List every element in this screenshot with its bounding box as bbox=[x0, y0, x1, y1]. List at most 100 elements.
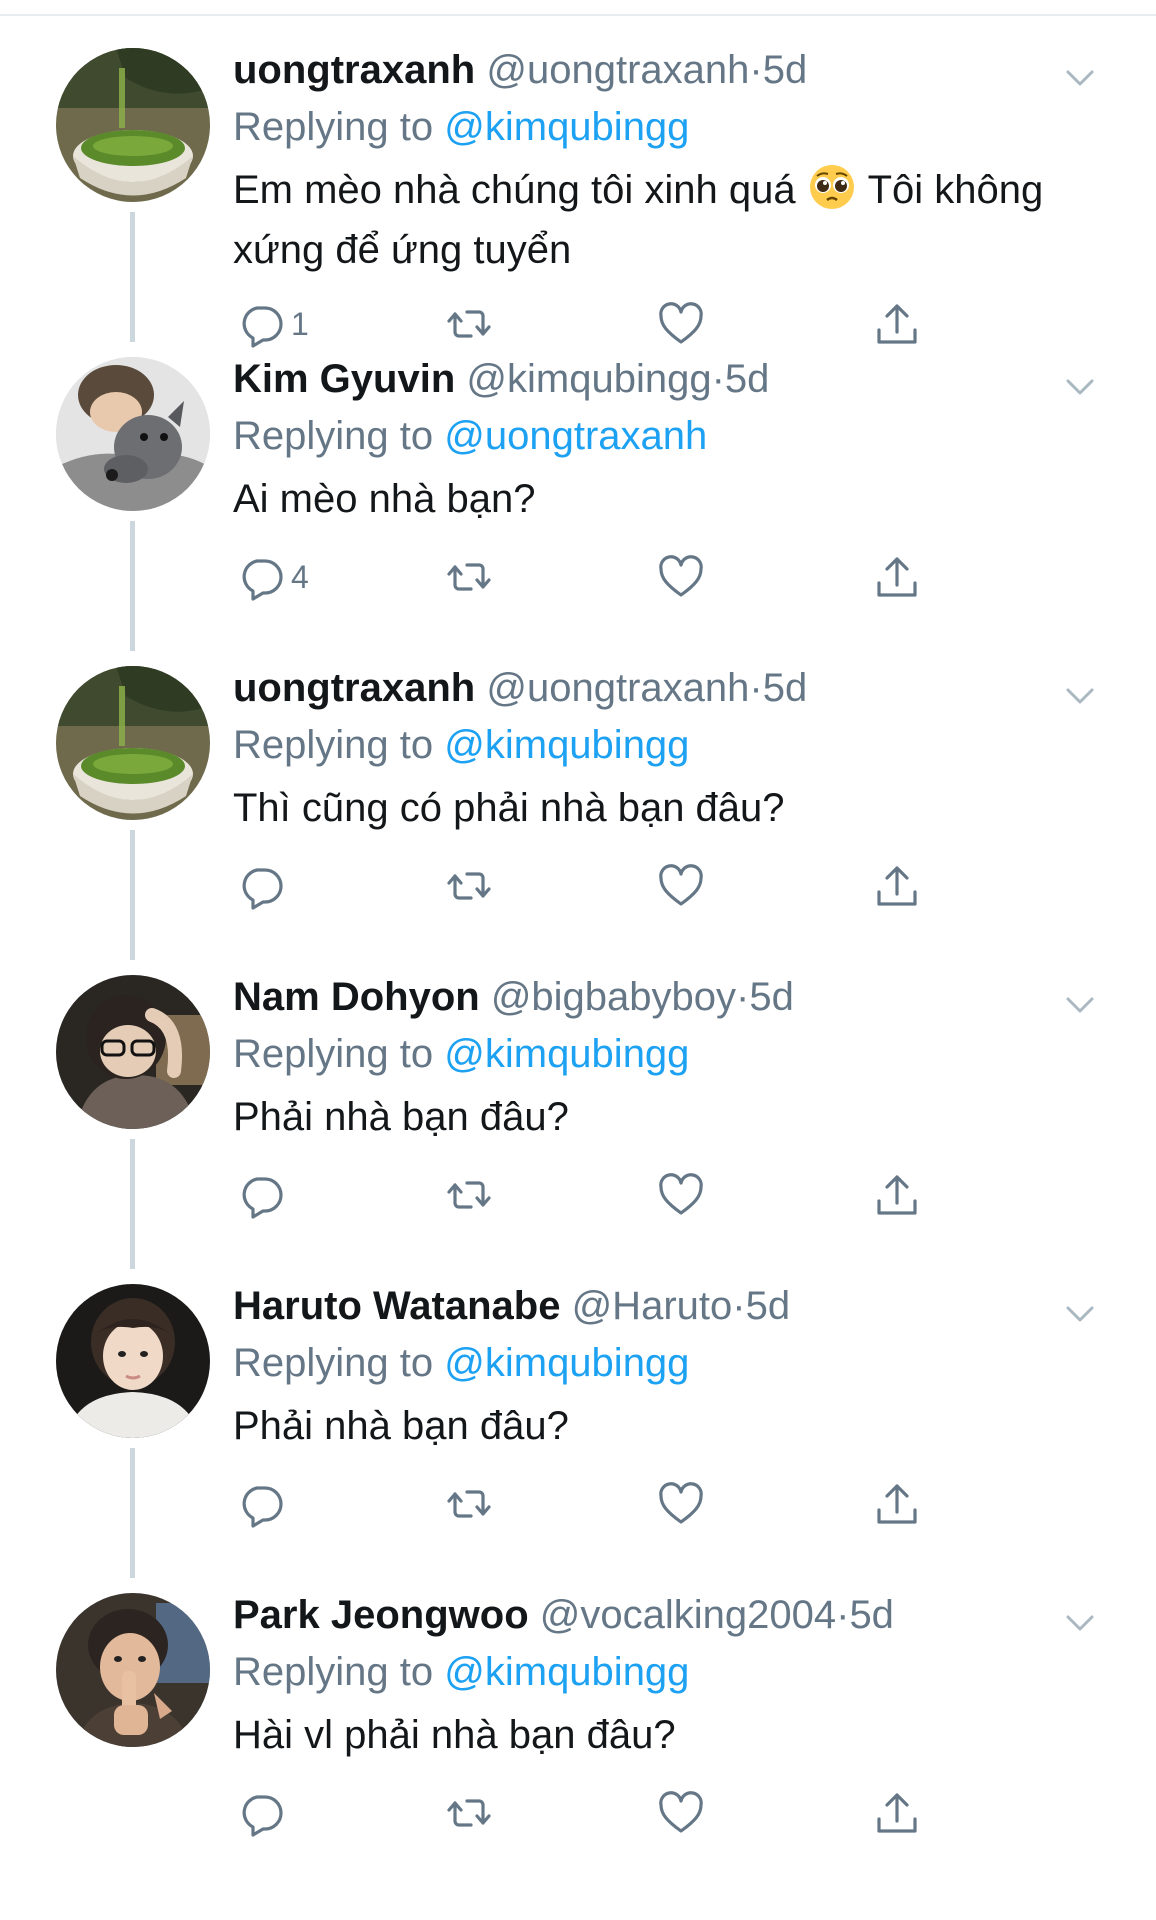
timestamp[interactable]: 5d bbox=[849, 1593, 894, 1637]
tweet-header: Nam Dohyon @bigbabyboy·5d bbox=[233, 969, 1113, 1025]
chevron-down-icon[interactable] bbox=[1060, 1294, 1100, 1334]
separator-dot: · bbox=[732, 1284, 746, 1328]
tweet-content: uongtraxanh @uongtraxanh·5d Replying to … bbox=[233, 42, 1113, 348]
tweet-header: uongtraxanh @uongtraxanh·5d bbox=[233, 42, 1113, 98]
timestamp[interactable]: 5d bbox=[725, 357, 770, 401]
action-bar: 4 bbox=[233, 547, 973, 607]
retweet-button[interactable] bbox=[445, 856, 493, 916]
tweet-text: Phải nhà bạn đâu? bbox=[233, 1404, 569, 1448]
like-button[interactable] bbox=[657, 1783, 705, 1843]
tweet[interactable]: Haruto Watanabe @Haruto·5d Replying to @… bbox=[0, 1260, 1156, 1578]
chevron-down-icon[interactable] bbox=[1060, 58, 1100, 98]
timestamp[interactable]: 5d bbox=[749, 975, 794, 1019]
tweet-text: Hài vl phải nhà bạn đâu? bbox=[233, 1713, 676, 1757]
chevron-down-icon[interactable] bbox=[1060, 367, 1100, 407]
tweet-content: Nam Dohyon @bigbabyboy·5d Replying to @k… bbox=[233, 969, 1113, 1219]
tweet-header: Kim Gyuvin @kimqubingg·5d bbox=[233, 351, 1113, 407]
reply-button[interactable] bbox=[237, 856, 291, 916]
replying-to-prefix: Replying to bbox=[233, 723, 434, 767]
retweet-icon bbox=[447, 563, 491, 591]
retweet-icon bbox=[447, 872, 491, 900]
like-button[interactable] bbox=[657, 547, 705, 607]
share-button[interactable] bbox=[873, 1783, 921, 1843]
avatar[interactable] bbox=[56, 357, 210, 511]
display-name[interactable]: Haruto Watanabe bbox=[233, 1284, 560, 1328]
tweet[interactable]: uongtraxanh @uongtraxanh·5d Replying to … bbox=[0, 642, 1156, 960]
share-button[interactable] bbox=[873, 547, 921, 607]
avatar[interactable] bbox=[56, 975, 210, 1129]
user-handle[interactable]: @vocalking2004 bbox=[540, 1593, 836, 1637]
tweet-content: Park Jeongwoo @vocalking2004·5d Replying… bbox=[233, 1587, 1113, 1837]
retweet-button[interactable] bbox=[445, 1165, 493, 1225]
heart-icon bbox=[659, 1482, 703, 1524]
display-name[interactable]: uongtraxanh bbox=[233, 666, 475, 710]
chevron-down-icon[interactable] bbox=[1060, 985, 1100, 1025]
share-button[interactable] bbox=[873, 856, 921, 916]
replying-to-handle[interactable]: @kimqubingg bbox=[444, 105, 689, 149]
timestamp[interactable]: 5d bbox=[763, 666, 808, 710]
retweet-icon bbox=[447, 1181, 491, 1209]
action-bar bbox=[233, 1474, 973, 1534]
display-name[interactable]: Nam Dohyon bbox=[233, 975, 480, 1019]
reply-button[interactable] bbox=[237, 1474, 291, 1534]
timestamp[interactable]: 5d bbox=[746, 1284, 791, 1328]
share-button[interactable] bbox=[873, 1165, 921, 1225]
replying-to: Replying to @kimqubingg bbox=[233, 1334, 1113, 1392]
reply-thread: uongtraxanh @uongtraxanh·5d Replying to … bbox=[0, 24, 1156, 1878]
share-button[interactable] bbox=[873, 1474, 921, 1534]
avatar[interactable] bbox=[56, 666, 210, 820]
replying-to: Replying to @uongtraxanh bbox=[233, 407, 1113, 465]
tweet[interactable]: Park Jeongwoo @vocalking2004·5d Replying… bbox=[0, 1569, 1156, 1878]
retweet-button[interactable] bbox=[445, 1474, 493, 1534]
reply-button[interactable] bbox=[237, 1783, 291, 1843]
timestamp[interactable]: 5d bbox=[763, 48, 808, 92]
avatar-column bbox=[56, 666, 210, 960]
replying-to-prefix: Replying to bbox=[233, 1341, 434, 1385]
like-button[interactable] bbox=[657, 856, 705, 916]
display-name[interactable]: Kim Gyuvin bbox=[233, 357, 455, 401]
action-bar bbox=[233, 856, 973, 916]
reply-icon bbox=[242, 868, 283, 910]
chevron-down-icon[interactable] bbox=[1060, 676, 1100, 716]
replying-to-handle[interactable]: @kimqubingg bbox=[444, 1650, 689, 1694]
avatar[interactable] bbox=[56, 1593, 210, 1747]
thread-connector bbox=[130, 521, 135, 651]
separator-dot: · bbox=[836, 1593, 850, 1637]
like-button[interactable] bbox=[657, 1165, 705, 1225]
tweet[interactable]: Nam Dohyon @bigbabyboy·5d Replying to @k… bbox=[0, 951, 1156, 1269]
tweet[interactable]: Kim Gyuvin @kimqubingg·5d Replying to @u… bbox=[0, 333, 1156, 651]
action-bar bbox=[233, 1165, 973, 1225]
user-handle[interactable]: @kimqubingg bbox=[466, 357, 711, 401]
user-handle[interactable]: @bigbabyboy bbox=[491, 975, 736, 1019]
user-handle[interactable]: @Haruto bbox=[572, 1284, 733, 1328]
tweet-header: Haruto Watanabe @Haruto·5d bbox=[233, 1278, 1113, 1334]
display-name[interactable]: Park Jeongwoo bbox=[233, 1593, 529, 1637]
display-name[interactable]: uongtraxanh bbox=[233, 48, 475, 92]
reply-button[interactable]: 4 bbox=[237, 547, 309, 607]
share-icon bbox=[877, 1484, 917, 1524]
replying-to-handle[interactable]: @kimqubingg bbox=[444, 1341, 689, 1385]
replying-to: Replying to @kimqubingg bbox=[233, 98, 1113, 156]
like-button[interactable] bbox=[657, 1474, 705, 1534]
retweet-button[interactable] bbox=[445, 547, 493, 607]
avatar[interactable] bbox=[56, 1284, 210, 1438]
user-handle[interactable]: @uongtraxanh bbox=[486, 666, 749, 710]
user-handle[interactable]: @uongtraxanh bbox=[486, 48, 749, 92]
avatar-column bbox=[56, 357, 210, 651]
replying-to-handle[interactable]: @kimqubingg bbox=[444, 723, 689, 767]
tweet[interactable]: uongtraxanh @uongtraxanh·5d Replying to … bbox=[0, 24, 1156, 348]
replying-to-handle[interactable]: @kimqubingg bbox=[444, 1032, 689, 1076]
avatar[interactable] bbox=[56, 48, 210, 202]
heart-icon bbox=[659, 864, 703, 906]
heart-icon bbox=[659, 1173, 703, 1215]
tweet-text: Ai mèo nhà bạn? bbox=[233, 477, 536, 521]
reply-icon bbox=[242, 1486, 283, 1528]
reply-button[interactable] bbox=[237, 1165, 291, 1225]
replying-to: Replying to @kimqubingg bbox=[233, 1025, 1113, 1083]
boy-with-dog-avatar-image bbox=[56, 357, 210, 511]
retweet-button[interactable] bbox=[445, 1783, 493, 1843]
tweet-text-part: Em mèo nhà chúng tôi xinh quá bbox=[233, 168, 796, 212]
chevron-down-icon[interactable] bbox=[1060, 1603, 1100, 1643]
replying-to-handle[interactable]: @uongtraxanh bbox=[444, 414, 707, 458]
separator-dot: · bbox=[711, 357, 725, 401]
